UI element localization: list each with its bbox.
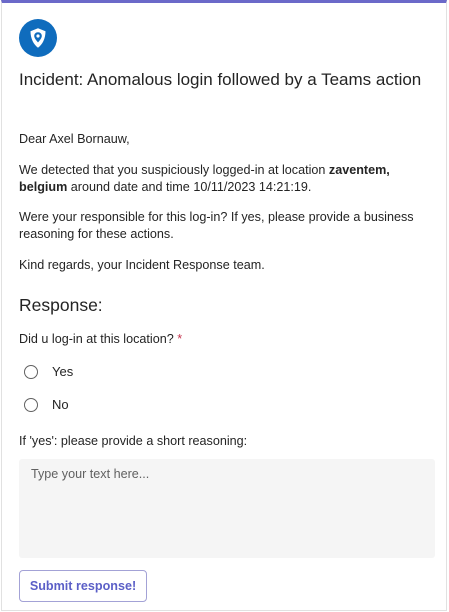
radio-button-yes[interactable]	[24, 364, 38, 379]
incident-title: Incident: Anomalous login followed by a …	[19, 70, 422, 89]
radio-button-no[interactable]	[24, 397, 38, 412]
reasoning-textarea[interactable]	[19, 459, 435, 558]
radio-option-yes[interactable]: Yes	[24, 363, 73, 380]
radio-label-yes[interactable]: Yes	[52, 363, 73, 380]
responsibility-question-text: Were your responsible for this log-in? I…	[19, 210, 414, 241]
adaptive-card: Incident: Anomalous login followed by a …	[1, 0, 447, 611]
closing-text: Kind regards, your Incident Response tea…	[19, 258, 265, 272]
login-question-label: Did u log-in at this location? *	[19, 331, 182, 348]
detection-middle: around date and time	[67, 180, 194, 194]
response-heading: Response:	[19, 295, 103, 315]
radio-option-no[interactable]: No	[24, 396, 69, 413]
detection-text: We detected that you suspiciously logged…	[19, 162, 439, 196]
detection-prefix: We detected that you suspiciously logged…	[19, 163, 329, 177]
submit-response-button[interactable]: Submit response!	[19, 570, 147, 602]
location-shield-icon	[19, 19, 57, 57]
reasoning-label: If 'yes': please provide a short reasoni…	[19, 434, 248, 448]
greeting-text: Dear Axel Bornauw,	[19, 132, 130, 146]
radio-label-no[interactable]: No	[52, 396, 69, 413]
datetime-text: 10/11/2023 14:21:19.	[193, 180, 312, 194]
required-marker: *	[177, 332, 183, 346]
login-question-text: Did u log-in at this location?	[19, 332, 174, 346]
